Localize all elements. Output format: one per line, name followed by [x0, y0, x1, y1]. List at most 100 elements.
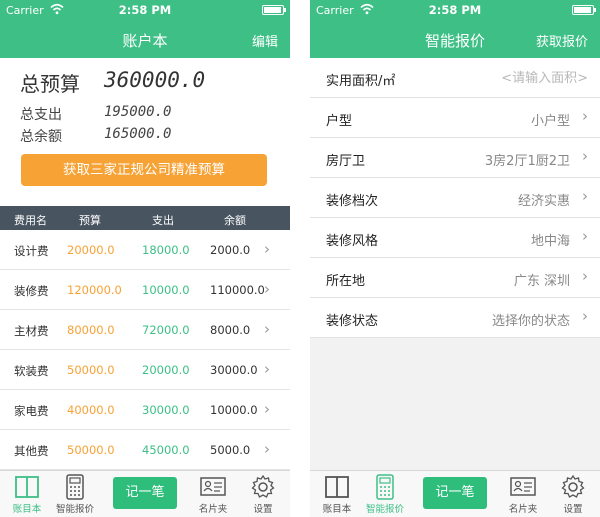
grade-label: 装修档次	[326, 194, 379, 209]
get-quote-button[interactable]: 获取报价	[536, 31, 588, 50]
battery-icon	[572, 5, 596, 15]
gear-icon	[561, 474, 585, 498]
layout-row[interactable]: 户型 小户型 ›	[310, 98, 600, 138]
row-budget: 80000.0	[67, 323, 115, 337]
row-spent: 18000.0	[142, 243, 190, 257]
tab-label: 设置	[253, 504, 273, 515]
get-quotes-button[interactable]: 获取三家正规公司精准预算	[21, 154, 267, 186]
status-row[interactable]: 装修状态 选择你的状态 ›	[310, 298, 600, 338]
style-row[interactable]: 装修风格 地中海 ›	[310, 218, 600, 258]
tab-smart-quote[interactable]: 智能报价	[48, 471, 102, 517]
tab-account-book[interactable]: 账目本	[0, 471, 54, 517]
row-left: 5000.0	[210, 443, 251, 457]
row-name: 设计费	[14, 244, 49, 258]
chevron-right-icon: ›	[582, 227, 588, 245]
table-header: 费用名 预算 支出 余额	[0, 206, 290, 230]
gear-icon	[251, 474, 275, 498]
record-entry-button[interactable]: 记一笔	[113, 477, 177, 509]
tab-bar: 账目本 智能报价 记一笔 名片夹 设置	[0, 470, 290, 517]
chevron-right-icon: ›	[582, 307, 588, 325]
business-card-icon	[200, 477, 226, 496]
row-name: 家电费	[14, 404, 49, 418]
tab-settings[interactable]: 设置	[546, 471, 600, 517]
tab-card-folder[interactable]: 名片夹	[186, 471, 240, 517]
table-row[interactable]: 设计费 20000.0 18000.0 2000.0 ›	[0, 230, 290, 270]
layout-label: 户型	[326, 114, 353, 129]
row-spent: 30000.0	[142, 403, 190, 417]
clock: 2:58 PM	[428, 3, 482, 17]
tab-card-folder[interactable]: 名片夹	[496, 471, 550, 517]
tab-label: 名片夹	[198, 504, 228, 515]
table-row[interactable]: 装修费 120000.0 10000.0 110000.0 ›	[0, 270, 290, 310]
total-spent-value: 195000.0	[104, 104, 172, 120]
location-value: 广东 深圳	[513, 274, 570, 289]
rooms-value: 3房2厅1厨2卫	[484, 154, 570, 169]
calculator-icon	[376, 474, 394, 500]
book-icon	[325, 476, 349, 498]
tab-bar: 账目本 智能报价 记一笔 名片夹 设置	[310, 470, 600, 517]
status-bar: Carrier 2:58 PM	[0, 0, 290, 20]
status-value: 选择你的状态	[491, 314, 570, 329]
chevron-right-icon: ›	[264, 400, 270, 418]
tab-label: 设置	[563, 504, 583, 515]
row-budget: 40000.0	[67, 403, 115, 417]
business-card-icon	[510, 477, 536, 496]
chevron-right-icon: ›	[582, 267, 588, 285]
row-left: 110000.0	[210, 283, 265, 297]
chevron-right-icon: ›	[264, 240, 270, 258]
row-name: 装修费	[14, 284, 49, 298]
area-label: 实用面积/㎡	[326, 74, 396, 89]
total-left-label: 总余额	[20, 129, 62, 145]
row-spent: 20000.0	[142, 363, 190, 377]
row-name: 主材费	[14, 324, 49, 338]
book-icon	[15, 476, 39, 498]
row-spent: 72000.0	[142, 323, 190, 337]
battery-icon	[262, 5, 286, 15]
style-value: 地中海	[530, 234, 570, 249]
location-row[interactable]: 所在地 广东 深圳 ›	[310, 258, 600, 298]
area-input[interactable]	[438, 67, 588, 89]
chevron-right-icon: ›	[582, 187, 588, 205]
table-row[interactable]: 其他费 50000.0 45000.0 5000.0 ›	[0, 430, 290, 470]
tab-label: 名片夹	[508, 504, 538, 515]
rooms-row[interactable]: 房厅卫 3房2厅1厨2卫 ›	[310, 138, 600, 178]
col-header-budget: 预算	[79, 214, 101, 227]
row-spent: 10000.0	[142, 283, 190, 297]
row-left: 2000.0	[210, 243, 251, 257]
tab-account-book[interactable]: 账目本	[310, 471, 364, 517]
nav-bar: 账户本 编辑	[0, 20, 290, 58]
col-header-spent: 支出	[152, 214, 174, 227]
row-budget: 120000.0	[67, 283, 122, 297]
tab-label: 智能报价	[55, 504, 94, 515]
row-budget: 50000.0	[67, 443, 115, 457]
status-label: 装修状态	[326, 314, 379, 329]
total-budget-label: 总预算	[20, 72, 80, 96]
table-row[interactable]: 主材费 80000.0 72000.0 8000.0 ›	[0, 310, 290, 350]
budget-screen: Carrier 2:58 PM 账户本 编辑 总预算 360000.0 总支出 …	[0, 0, 290, 517]
row-budget: 20000.0	[67, 243, 115, 257]
row-name: 软装费	[14, 364, 49, 378]
col-header-left: 余额	[224, 214, 246, 227]
area-row[interactable]: 实用面积/㎡	[310, 58, 600, 98]
chevron-right-icon: ›	[582, 107, 588, 125]
tab-label: 账目本	[12, 504, 42, 515]
grade-row[interactable]: 装修档次 经济实惠 ›	[310, 178, 600, 218]
row-name: 其他费	[14, 444, 49, 458]
chevron-right-icon: ›	[582, 147, 588, 165]
row-spent: 45000.0	[142, 443, 190, 457]
chevron-right-icon: ›	[264, 320, 270, 338]
status-bar: Carrier 2:58 PM	[310, 0, 600, 20]
tab-smart-quote[interactable]: 智能报价	[358, 471, 412, 517]
table-row[interactable]: 软装费 50000.0 20000.0 30000.0 ›	[0, 350, 290, 390]
total-spent-label: 总支出	[20, 107, 62, 123]
col-header-name: 费用名	[14, 214, 47, 227]
record-entry-button[interactable]: 记一笔	[423, 477, 487, 509]
edit-button[interactable]: 编辑	[252, 31, 278, 50]
tab-settings[interactable]: 设置	[236, 471, 290, 517]
smart-quote-screen: Carrier 2:58 PM 智能报价 获取报价 实用面积/㎡ 户型 小户型 …	[310, 0, 600, 517]
tab-label: 账目本	[322, 504, 352, 515]
table-row[interactable]: 家电费 40000.0 30000.0 10000.0 ›	[0, 390, 290, 430]
grade-value: 经济实惠	[517, 194, 570, 209]
screen-gap	[290, 0, 310, 517]
budget-summary: 总预算 360000.0 总支出 195000.0 总余额 165000.0 获…	[0, 58, 290, 206]
